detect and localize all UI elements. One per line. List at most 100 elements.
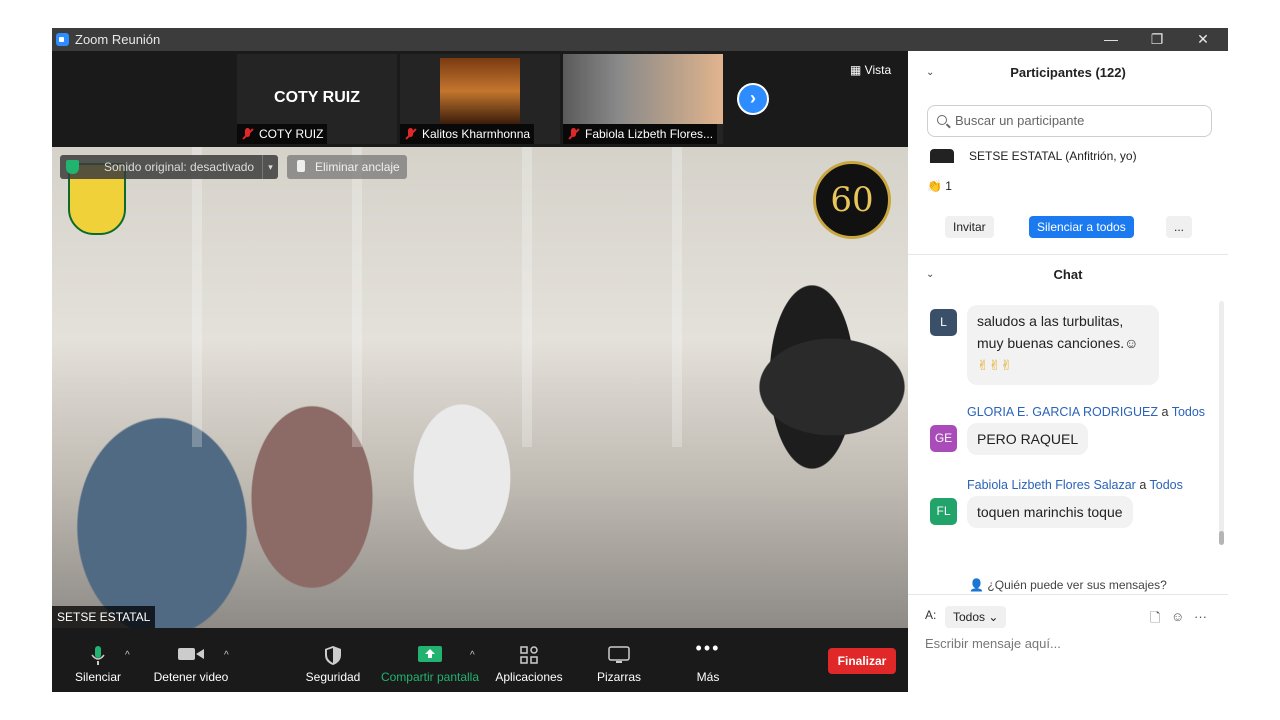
- reaction-count-value: 1: [945, 179, 952, 193]
- avatar: GE: [930, 425, 957, 452]
- chat-message-input[interactable]: Escribir mensaje aquí...: [925, 636, 1205, 651]
- chevron-right-icon: ›: [750, 88, 756, 108]
- stop-video-button[interactable]: Detener video: [148, 628, 234, 692]
- people-icon: 👤: [969, 578, 988, 592]
- mute-label: Silenciar: [74, 670, 122, 684]
- sender-name[interactable]: Fabiola Lizbeth Flores Salazar: [967, 478, 1136, 492]
- meeting-toolbar: Silenciar ^ Detener video ^ Seguridad Co…: [52, 628, 908, 692]
- video-options-caret[interactable]: ^: [224, 650, 229, 661]
- sender-to-word: a: [1161, 405, 1169, 419]
- side-panel: ⌄ Participantes (122) Buscar un particip…: [908, 51, 1228, 692]
- avatar: [930, 149, 954, 163]
- whiteboards-label: Pizarras: [596, 670, 641, 684]
- reaction-count: 👏 1: [927, 179, 952, 193]
- participant-search-input[interactable]: Buscar un participante: [927, 105, 1212, 137]
- participant-row-host[interactable]: SETSE ESTATAL (Anfitrión, yo): [908, 145, 1228, 163]
- chat-message: toquen marinchis toque: [967, 496, 1133, 528]
- recipient-select[interactable]: Todos ⌄: [945, 606, 1007, 628]
- share-screen-icon: [418, 646, 442, 662]
- mute-all-button[interactable]: Silenciar a todos: [1029, 216, 1134, 238]
- grid-icon: ▦: [850, 63, 865, 77]
- apps-button[interactable]: Aplicaciones: [492, 628, 566, 692]
- participants-more-button[interactable]: ...: [1166, 216, 1193, 238]
- mic-icon: [91, 646, 105, 665]
- view-button[interactable]: ▦ Vista: [844, 59, 898, 81]
- end-meeting-button[interactable]: Finalizar: [828, 648, 896, 674]
- participant-photo: [440, 58, 520, 124]
- whiteboards-button[interactable]: Pizarras: [590, 628, 648, 692]
- view-label: Vista: [864, 63, 892, 77]
- thumb-name: COTY RUIZ: [259, 127, 324, 141]
- share-screen-button[interactable]: Compartir pantalla: [378, 628, 482, 692]
- next-page-button[interactable]: ›: [737, 83, 769, 115]
- chevron-down-icon[interactable]: ▾: [262, 155, 278, 179]
- window-title: Zoom Reunión: [75, 32, 161, 47]
- message-sender: Fabiola Lizbeth Flores Salazar a Todos: [967, 478, 1183, 492]
- chat-message: saludos a las turbulitas, muy buenas can…: [967, 305, 1159, 385]
- divider: [908, 254, 1228, 255]
- chat-header[interactable]: ⌄ Chat: [908, 260, 1228, 290]
- sender-name[interactable]: GLORIA E. GARCIA RODRIGUEZ: [967, 405, 1158, 419]
- more-label: Más: [696, 670, 720, 684]
- avatar: FL: [930, 498, 957, 525]
- more-button[interactable]: ••• Más: [682, 628, 734, 692]
- participants-header[interactable]: ⌄ Participantes (122): [908, 58, 1228, 88]
- file-icon[interactable]: 🗋: [1150, 609, 1160, 631]
- share-options-caret[interactable]: ^: [470, 650, 475, 661]
- who-can-see-text: ¿Quién puede ver sus mensajes?: [987, 578, 1167, 592]
- unpin-label: Eliminar anclaje: [315, 160, 400, 174]
- message-line: muy buenas canciones.☺: [977, 335, 1139, 351]
- restore-button[interactable]: ❐: [1134, 28, 1180, 51]
- curtain-fold: [352, 147, 362, 447]
- minimize-button[interactable]: —: [1088, 28, 1134, 51]
- search-icon: [937, 115, 947, 125]
- video-label: Detener video: [153, 670, 229, 684]
- more-dots-icon: •••: [695, 638, 721, 658]
- pin-icon: [297, 160, 305, 172]
- chevron-down-icon[interactable]: ⌄: [926, 58, 934, 88]
- video-area: COTY RUIZ COTY RUIZ Kalitos Kharmhonna F…: [52, 51, 908, 692]
- emoji-icon[interactable]: ☺: [1171, 609, 1184, 624]
- mic-muted-icon: [240, 127, 256, 141]
- more-options-icon[interactable]: ···: [1194, 609, 1207, 624]
- unpin-button[interactable]: Eliminar anclaje: [287, 155, 407, 179]
- original-sound-toggle[interactable]: Sonido original: desactivado ▾: [60, 155, 278, 179]
- message-line: saludos a las turbulitas,: [977, 313, 1124, 329]
- search-placeholder: Buscar un participante: [955, 113, 1085, 128]
- who-can-see-link[interactable]: 👤 ¿Quién puede ver sus mensajes?: [908, 578, 1228, 592]
- mic-muted-icon: [566, 127, 582, 141]
- invite-button[interactable]: Invitar: [945, 216, 994, 238]
- apps-icon: [520, 646, 538, 664]
- chat-scrollbar-thumb[interactable]: [1219, 531, 1224, 545]
- speaker-name-label: SETSE ESTATAL: [52, 606, 156, 628]
- share-label: Compartir pantalla: [380, 670, 480, 684]
- chat-message: PERO RAQUEL: [967, 423, 1089, 455]
- title-bar: Zoom Reunión — ❐ ✕: [52, 28, 1228, 51]
- chevron-down-icon[interactable]: ⌄: [926, 260, 934, 290]
- participant-video: [563, 54, 723, 124]
- apps-label: Aplicaciones: [495, 670, 563, 684]
- recipient-name: Todos: [1149, 478, 1183, 492]
- video-camera-icon: [178, 648, 204, 660]
- anniversary-60-logo: 60: [813, 161, 891, 239]
- mic-muted-icon: [403, 127, 419, 141]
- recipient-value: Todos: [953, 610, 986, 624]
- participant-thumb-fabiola[interactable]: Fabiola Lizbeth Flores...: [563, 54, 723, 144]
- curtain-fold: [192, 147, 202, 447]
- participants-title: Participantes (122): [1010, 65, 1126, 80]
- zoom-window: Zoom Reunión — ❐ ✕ COTY RUIZ COTY RUIZ K…: [52, 28, 1228, 692]
- audio-options-caret[interactable]: ^: [125, 650, 130, 661]
- security-label: Seguridad: [305, 670, 361, 684]
- chat-title: Chat: [1053, 267, 1083, 282]
- thumbnail-strip: COTY RUIZ COTY RUIZ Kalitos Kharmhonna F…: [52, 51, 908, 147]
- curtain-fold: [522, 147, 532, 447]
- participant-thumb-kalitos[interactable]: Kalitos Kharmhonna: [400, 54, 560, 144]
- security-button[interactable]: Seguridad: [300, 628, 366, 692]
- avatar: L: [930, 309, 957, 336]
- mute-button[interactable]: Silenciar: [70, 628, 126, 692]
- chat-scrollbar[interactable]: [1219, 301, 1224, 541]
- sender-to-word: a: [1139, 478, 1147, 492]
- participant-thumb-coty[interactable]: COTY RUIZ COTY RUIZ: [237, 54, 397, 144]
- shield-icon: [66, 160, 79, 174]
- close-button[interactable]: ✕: [1180, 28, 1226, 51]
